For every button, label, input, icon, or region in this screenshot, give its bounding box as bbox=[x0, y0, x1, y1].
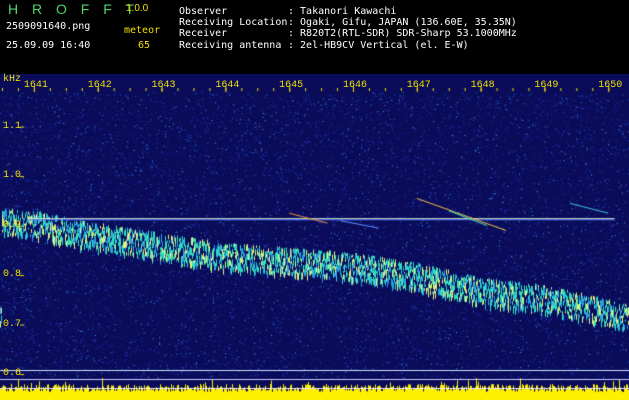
info-value-location: : Ogaki, Gifu, JAPAN (136.60E, 35.35N) bbox=[288, 17, 517, 28]
spectrogram-plot: kHz 1641 1642 1643 1644 1645 1646 1647 1648 1649… bbox=[0, 74, 629, 400]
x-tick-label: 1648 bbox=[470, 80, 495, 91]
y-tick-label: 0.8 bbox=[3, 269, 22, 281]
meteor-count: 65 bbox=[138, 40, 151, 51]
meteor-label: meteor bbox=[124, 25, 161, 36]
info-value-antenna: : 2el-HB9CV Vertical (el. E-W) bbox=[288, 40, 469, 51]
info-key-location: Receiving Location bbox=[179, 17, 288, 28]
x-tick-label: 1645 bbox=[279, 80, 304, 91]
spectrogram-canvas bbox=[0, 74, 629, 400]
app-logo: H R O F F T bbox=[8, 1, 139, 17]
x-tick-label: 1644 bbox=[215, 80, 240, 91]
header-panel: H R O F F T 1.0.0 2509091640.png meteor … bbox=[0, 0, 629, 74]
x-tick-label: 1649 bbox=[534, 80, 559, 91]
info-key-antenna: Receiving antenna bbox=[179, 40, 282, 51]
info-key-receiver: Receiver bbox=[179, 28, 228, 39]
y-tick-label: 0.9 bbox=[3, 219, 22, 231]
info-key-observer: Observer bbox=[179, 6, 228, 17]
y-tick-label: 1.1 bbox=[3, 120, 22, 132]
y-unit-label: kHz bbox=[3, 74, 22, 85]
y-tick-label: 1.0 bbox=[3, 170, 22, 182]
file-name: 2509091640.png bbox=[6, 21, 91, 32]
info-value-receiver: : R820T2(RTL-SDR) SDR-Sharp 53.1000MHz bbox=[288, 28, 517, 39]
x-tick-label: 1647 bbox=[406, 80, 431, 91]
x-tick-label: 1646 bbox=[342, 80, 367, 91]
x-tick-label: 1642 bbox=[87, 80, 112, 91]
file-timestamp: 25.09.09 16:40 bbox=[6, 40, 91, 51]
info-value-observer: : Takanori Kawachi bbox=[288, 6, 397, 17]
x-tick-label: 1650 bbox=[598, 80, 623, 91]
y-tick-label: 0.7 bbox=[3, 318, 22, 330]
app-version: 1.0.0 bbox=[126, 3, 149, 14]
x-tick-label: 1643 bbox=[151, 80, 176, 91]
x-tick-label: 1641 bbox=[23, 80, 48, 91]
y-tick-label: 0.6 bbox=[3, 368, 22, 380]
